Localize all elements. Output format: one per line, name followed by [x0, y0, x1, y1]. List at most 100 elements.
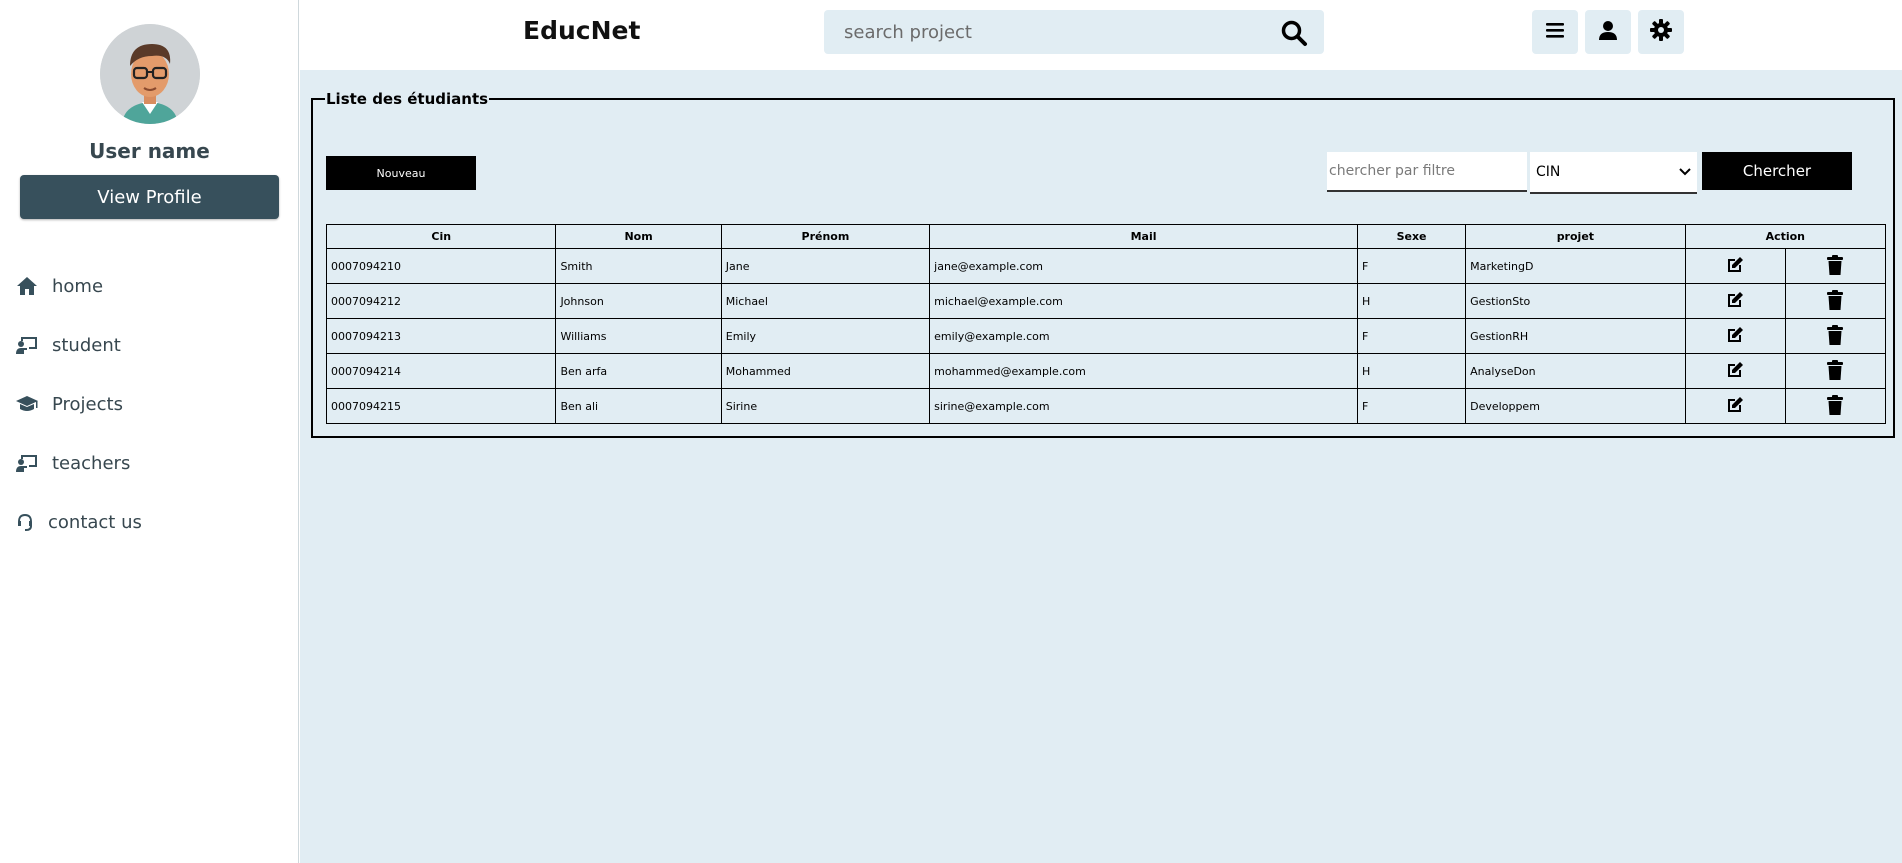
cell-mail: jane@example.com: [929, 248, 1358, 284]
cell-nom: Ben arfa: [555, 353, 722, 389]
settings-button[interactable]: [1638, 10, 1684, 54]
table-row: 0007094215 Ben ali Sirine sirine@example…: [325, 388, 1887, 424]
graduation-cap-icon: [14, 393, 40, 415]
gear-icon: [1650, 19, 1672, 45]
search-input[interactable]: [844, 21, 1264, 43]
cell-cin: 0007094213: [325, 318, 557, 354]
nav-item-contact-us[interactable]: contact us: [14, 507, 142, 537]
search-button[interactable]: Chercher: [1702, 152, 1852, 190]
cell-prenom: Jane: [720, 248, 931, 284]
cell-prenom: Emily: [720, 318, 931, 354]
trash-icon: [1827, 359, 1844, 380]
edit-icon: [1728, 361, 1744, 377]
cell-nom: Johnson: [555, 283, 722, 319]
cell-mail: sirine@example.com: [929, 388, 1358, 424]
cell-cin: 0007094215: [325, 388, 557, 424]
students-table: Cin Nom Prénom Mail Sexe projet Action 0…: [325, 224, 1887, 424]
edit-button[interactable]: [1684, 248, 1786, 284]
view-profile-button[interactable]: View Profile: [20, 175, 279, 219]
username: User name: [89, 139, 210, 163]
nav-label-contact-us: contact us: [48, 511, 142, 533]
cell-mail: michael@example.com: [929, 283, 1358, 319]
column-header-cin: Cin: [325, 224, 557, 249]
cell-cin: 0007094214: [325, 353, 557, 389]
nav-label-home: home: [52, 275, 104, 297]
cell-mail: emily@example.com: [929, 318, 1358, 354]
nav-label-teachers: teachers: [52, 452, 131, 474]
new-button[interactable]: Nouveau: [326, 156, 476, 190]
trash-icon: [1827, 289, 1844, 310]
cell-prenom: Mohammed: [720, 353, 931, 389]
delete-button[interactable]: [1784, 318, 1887, 354]
table-header-row: Cin Nom Prénom Mail Sexe projet Action: [325, 224, 1887, 249]
brand-title: EducNet: [523, 16, 641, 45]
column-header-sexe: Sexe: [1356, 224, 1467, 249]
cell-nom: Ben ali: [555, 388, 722, 424]
cell-projet: Developpem: [1465, 388, 1686, 424]
filter-select[interactable]: CIN: [1530, 152, 1697, 194]
nav-item-home[interactable]: home: [14, 271, 103, 301]
search-icon[interactable]: [1280, 19, 1308, 51]
trash-icon: [1827, 394, 1844, 415]
cell-sexe: F: [1356, 318, 1467, 354]
cell-nom: Williams: [555, 318, 722, 354]
table-row: 0007094212 Johnson Michael michael@examp…: [325, 283, 1887, 319]
trash-icon: [1827, 254, 1844, 275]
edit-icon: [1728, 396, 1744, 412]
panel-title: Liste des étudiants: [325, 90, 490, 108]
headset-icon: [14, 511, 36, 533]
table-row: 0007094213 Williams Emily emily@example.…: [325, 318, 1887, 354]
cell-sexe: H: [1356, 283, 1467, 319]
user-button[interactable]: [1585, 10, 1631, 54]
filter-select-value: CIN: [1536, 164, 1561, 180]
menu-button[interactable]: [1532, 10, 1578, 54]
nav-item-student[interactable]: student: [14, 330, 121, 360]
delete-button[interactable]: [1784, 388, 1887, 424]
teacher-board-icon: [14, 452, 40, 474]
cell-projet: GestionRH: [1465, 318, 1686, 354]
cell-mail: mohammed@example.com: [929, 353, 1358, 389]
column-header-nom: Nom: [555, 224, 722, 249]
hamburger-icon: [1545, 21, 1565, 43]
cell-projet: GestionSto: [1465, 283, 1686, 319]
table-row: 0007094214 Ben arfa Mohammed mohammed@ex…: [325, 353, 1887, 389]
trash-icon: [1827, 324, 1844, 345]
edit-icon: [1728, 326, 1744, 342]
user-icon: [1598, 20, 1618, 44]
top-bar: EducNet: [300, 0, 1902, 70]
cell-nom: Smith: [555, 248, 722, 284]
cell-sexe: F: [1356, 248, 1467, 284]
cell-projet: AnalyseDon: [1465, 353, 1686, 389]
home-icon: [14, 275, 40, 297]
students-panel: Liste des étudiants Nouveau CIN Chercher…: [311, 90, 1895, 438]
edit-button[interactable]: [1684, 353, 1786, 389]
search-bar: [824, 10, 1324, 54]
nav-label-student: student: [52, 334, 121, 356]
edit-button[interactable]: [1684, 283, 1786, 319]
filter-input[interactable]: [1327, 152, 1527, 192]
table-row: 0007094210 Smith Jane jane@example.com F…: [325, 248, 1887, 284]
column-header-prenom: Prénom: [720, 224, 931, 249]
cell-cin: 0007094212: [325, 283, 557, 319]
delete-button[interactable]: [1784, 248, 1887, 284]
cell-cin: 0007094210: [325, 248, 557, 284]
edit-icon: [1728, 291, 1744, 307]
edit-button[interactable]: [1684, 318, 1786, 354]
column-header-projet: projet: [1465, 224, 1686, 249]
student-board-icon: [14, 334, 40, 356]
cell-prenom: Sirine: [720, 388, 931, 424]
edit-icon: [1728, 256, 1744, 272]
chevron-down-icon: [1679, 164, 1691, 180]
cell-prenom: Michael: [720, 283, 931, 319]
delete-button[interactable]: [1784, 283, 1887, 319]
nav-item-teachers[interactable]: teachers: [14, 448, 130, 478]
avatar: [100, 24, 200, 124]
column-header-action: Action: [1684, 224, 1887, 249]
nav-label-projects: Projects: [52, 393, 123, 415]
delete-button[interactable]: [1784, 353, 1887, 389]
nav-item-projects[interactable]: Projects: [14, 389, 123, 419]
cell-sexe: F: [1356, 388, 1467, 424]
sidebar: User name View Profile home student Proj…: [0, 0, 299, 863]
edit-button[interactable]: [1684, 388, 1786, 424]
column-header-mail: Mail: [929, 224, 1358, 249]
